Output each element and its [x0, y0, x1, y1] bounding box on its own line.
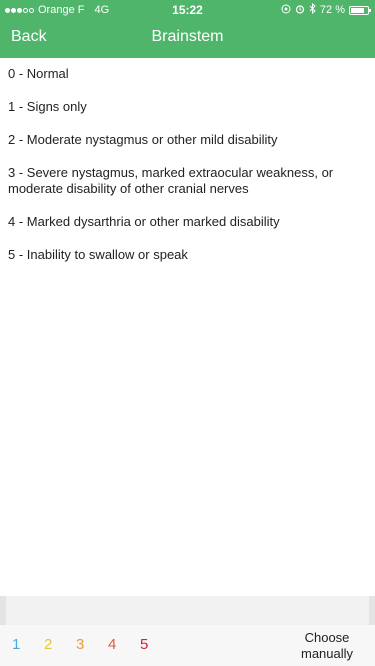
status-right: 72 %: [281, 2, 371, 17]
nav-bar: Back Brainstem: [0, 20, 375, 58]
scroll-indicator-left: [0, 596, 6, 625]
score-button-4[interactable]: 4: [108, 636, 116, 653]
battery-percent: 72 %: [319, 4, 345, 16]
list-item[interactable]: 3 - Severe nystagmus, marked extraocular…: [8, 165, 363, 197]
list-item[interactable]: 1 - Signs only: [8, 99, 363, 115]
alarm-icon: [295, 4, 305, 17]
list-item[interactable]: 0 - Normal: [8, 66, 363, 82]
score-button-2[interactable]: 2: [44, 636, 52, 653]
score-button-5[interactable]: 5: [140, 636, 148, 653]
list-item[interactable]: 2 - Moderate nystagmus or other mild dis…: [8, 132, 363, 148]
score-button-3[interactable]: 3: [76, 636, 84, 653]
scroll-indicator-right: [369, 596, 375, 625]
scroll-area: [0, 596, 375, 625]
choose-manually-button[interactable]: Choose manually: [297, 630, 357, 662]
page-title: Brainstem: [151, 28, 224, 45]
list-item[interactable]: 4 - Marked dysarthria or other marked di…: [8, 214, 363, 230]
location-icon: [281, 4, 291, 17]
top-bar: Orange F 4G 15:22 72 % Back Brainstem: [0, 0, 375, 58]
battery-icon: [349, 5, 371, 15]
status-bar: Orange F 4G 15:22 72 %: [0, 0, 375, 20]
bottom-bar: 1 2 3 4 5 Choose manually: [0, 625, 375, 666]
score-button-1[interactable]: 1: [12, 636, 20, 653]
bluetooth-icon: [309, 2, 316, 17]
list-item[interactable]: 5 - Inability to swallow or speak: [8, 247, 363, 263]
